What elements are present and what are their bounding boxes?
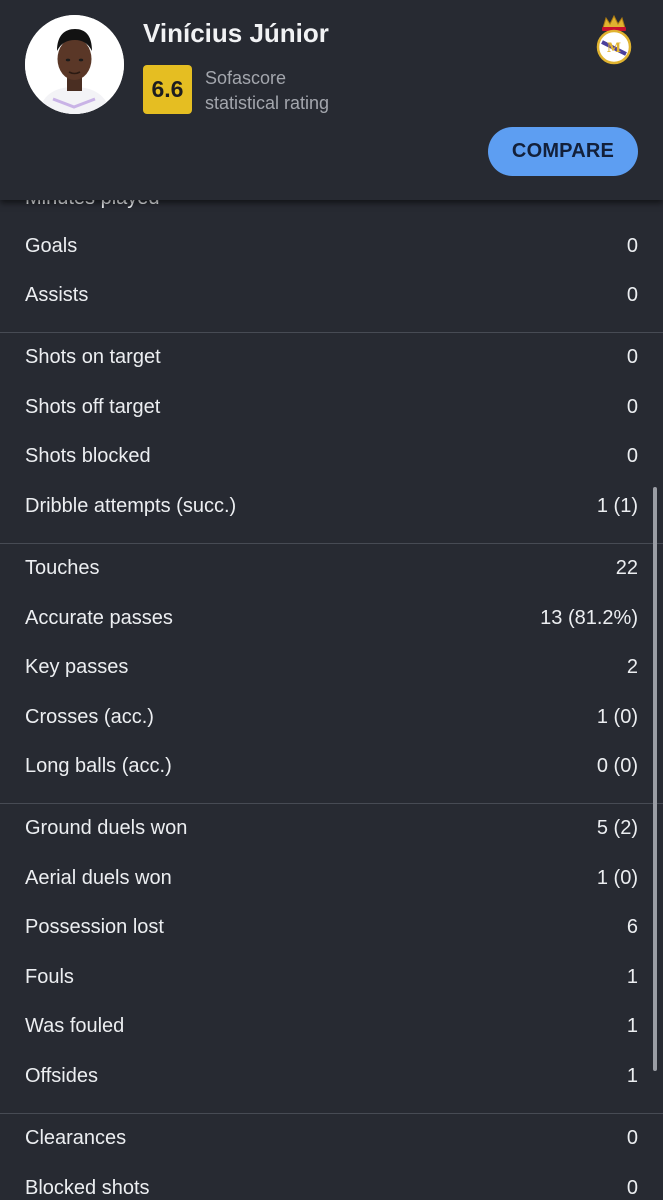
stat-row-was-fouled: Was fouled 1 [0,1002,663,1051]
player-stats-screen: Minutes played Goals 0 Assists 0 Shots o… [0,0,663,1200]
stat-label: Crosses (acc.) [25,706,154,728]
stat-value: 1 (0) [596,706,638,728]
stat-row-accurate-passes: Accurate passes 13 (81.2%) [0,594,663,643]
stat-row-offsides: Offsides 1 [0,1052,663,1101]
svg-text:M: M [607,41,621,56]
stat-label: Assists [25,284,89,306]
stat-row-crosses: Crosses (acc.) 1 (0) [0,693,663,742]
rating-label: Sofascore statistical rating [205,66,329,116]
rating-badge[interactable]: 6.6 [143,65,192,114]
stat-label: Aerial duels won [25,867,172,889]
stat-row-fouls: Fouls 1 [0,953,663,1002]
stat-row-possession-lost: Possession lost 6 [0,903,663,952]
stat-row-ground-duels: Ground duels won 5 (2) [0,804,663,853]
stat-value: 5 (2) [596,817,638,839]
stat-row-touches: Touches 22 [0,544,663,593]
player-name: Vinícius Júnior [143,18,329,48]
player-photo-icon [25,15,124,114]
stat-value: 6 [626,916,638,938]
scrollbar[interactable] [653,487,657,1071]
stat-row-dribble-attempts: Dribble attempts (succ.) 1 (1) [0,482,663,531]
stat-label: Ground duels won [25,817,188,839]
player-avatar[interactable] [25,15,124,114]
stat-label: Was fouled [25,1015,125,1037]
stat-value: 0 [626,396,638,418]
stat-label: Key passes [25,656,129,678]
stat-row-key-passes: Key passes 2 [0,643,663,692]
stat-label: Shots on target [25,346,161,368]
stat-row-goals: Goals 0 [0,222,663,271]
compare-button[interactable]: COMPARE [488,127,638,176]
stat-value: 0 [626,235,638,257]
stat-label: Touches [25,557,100,579]
stat-label: Shots blocked [25,445,151,467]
stat-row-clearances: Clearances 0 [0,1114,663,1163]
stat-label: Possession lost [25,916,164,938]
stat-value: 0 [626,346,638,368]
stat-value: 0 [626,284,638,306]
club-crest-icon[interactable]: M [594,14,634,66]
stat-label: Accurate passes [25,607,173,629]
stat-label: Goals [25,235,78,257]
stat-row-shots-off-target: Shots off target 0 [0,383,663,432]
stat-value: 0 [626,1127,638,1149]
stat-label: Dribble attempts (succ.) [25,495,237,517]
stat-value: 1 (1) [596,495,638,517]
stat-value: 1 (0) [596,867,638,889]
stat-value: 0 (0) [596,755,638,777]
stat-value: 2 [626,656,638,678]
stat-value: 1 [626,1015,638,1037]
stat-label: Long balls (acc.) [25,755,172,777]
stat-row-shots-on-target: Shots on target 0 [0,333,663,382]
stat-value: 22 [615,557,638,579]
stat-label: Blocked shots [25,1177,150,1199]
stat-value: 1 [626,966,638,988]
player-header: Vinícius Júnior 6.6 Sofascore statistica… [0,0,663,200]
stat-label: Fouls [25,966,74,988]
stat-row-assists: Assists 0 [0,271,663,320]
stat-value: 0 [626,445,638,467]
stat-value: 1 [626,1065,638,1087]
rating-label-line2: statistical rating [205,93,330,113]
stat-value: 13 (81.2%) [540,607,638,629]
stat-label: Shots off target [25,396,161,418]
real-madrid-crest-icon: M [596,14,632,65]
stat-label: Clearances [25,1127,127,1149]
stat-value: 0 [626,1177,638,1199]
stat-row-long-balls: Long balls (acc.) 0 (0) [0,742,663,791]
stat-label: Offsides [25,1065,98,1087]
stat-row-shots-blocked: Shots blocked 0 [0,432,663,481]
stat-row-aerial-duels: Aerial duels won 1 (0) [0,854,663,903]
stat-row-blocked-shots: Blocked shots 0 [0,1164,663,1200]
rating-label-line1: Sofascore [205,68,287,88]
